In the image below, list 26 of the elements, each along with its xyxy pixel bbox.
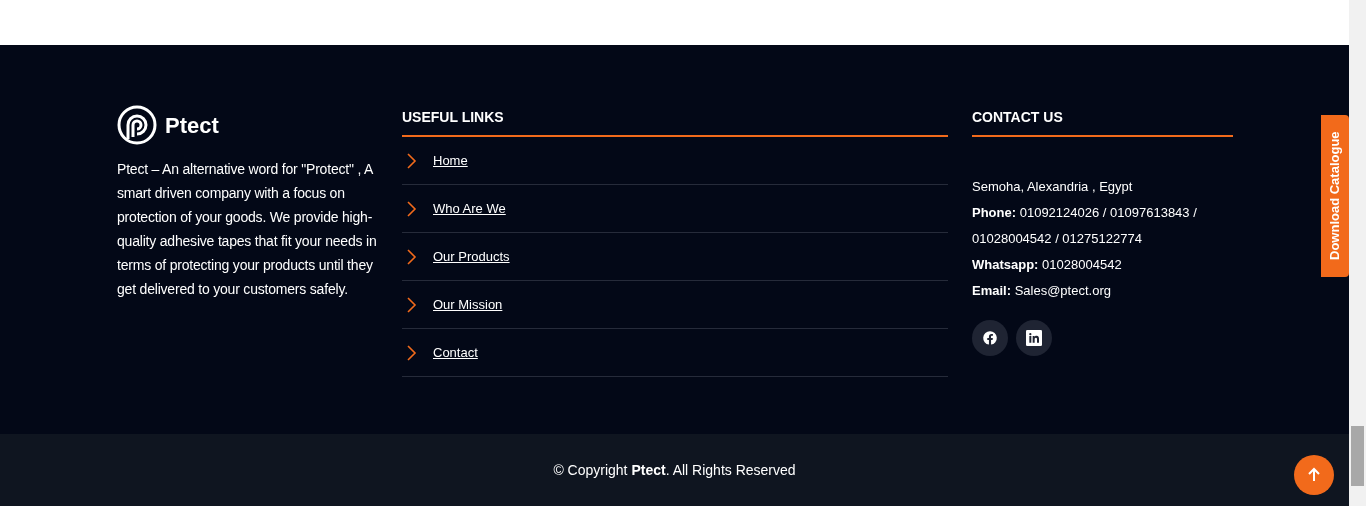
linkedin-icon bbox=[1026, 330, 1042, 346]
section-heading: USEFUL LINKS bbox=[402, 108, 505, 127]
logo-icon bbox=[117, 105, 157, 145]
chevron-icon bbox=[407, 248, 417, 265]
footer-link[interactable]: Who Are We bbox=[433, 198, 506, 219]
scrollbar[interactable] bbox=[1349, 0, 1366, 506]
chevron-icon bbox=[407, 152, 417, 169]
brand-description: Ptect – An alternative word for "Protect" , A smart driven company with a focus on protection of your goods. We provide high-quality adhesive tapes that fit your needs in terms of protecting your products until they get delivered to your customers safely. bbox=[117, 160, 378, 299]
facebook-link[interactable] bbox=[972, 320, 1008, 356]
chevron-icon bbox=[407, 200, 417, 217]
address-text: Semoha, Alexandria , Egypt bbox=[972, 178, 1134, 196]
brand-name: Ptect bbox=[165, 111, 219, 140]
copyright-text: © Copyright Ptect. All Rights Reserved bbox=[553, 460, 796, 480]
contact-line: Email: Sales@ptect.org bbox=[972, 282, 1112, 300]
facebook-icon bbox=[982, 330, 998, 346]
contact-line: Whatsapp: 01028004542 bbox=[972, 256, 1123, 274]
footer-link[interactable]: Our Mission bbox=[433, 294, 503, 315]
arrow-up-icon bbox=[1306, 467, 1322, 483]
linkedin-link[interactable] bbox=[1016, 320, 1052, 356]
footer-link[interactable]: Contact bbox=[433, 342, 478, 363]
chevron-icon bbox=[407, 296, 417, 313]
footer-link[interactable]: Our Products bbox=[433, 246, 510, 267]
contact-line: Phone: 01092124026 / 01097613843 / 01028004542 / 01275122774 bbox=[972, 204, 1198, 248]
footer-link[interactable]: Home bbox=[433, 150, 468, 171]
section-heading: CONTACT US bbox=[972, 108, 1064, 127]
chevron-icon bbox=[407, 344, 417, 361]
